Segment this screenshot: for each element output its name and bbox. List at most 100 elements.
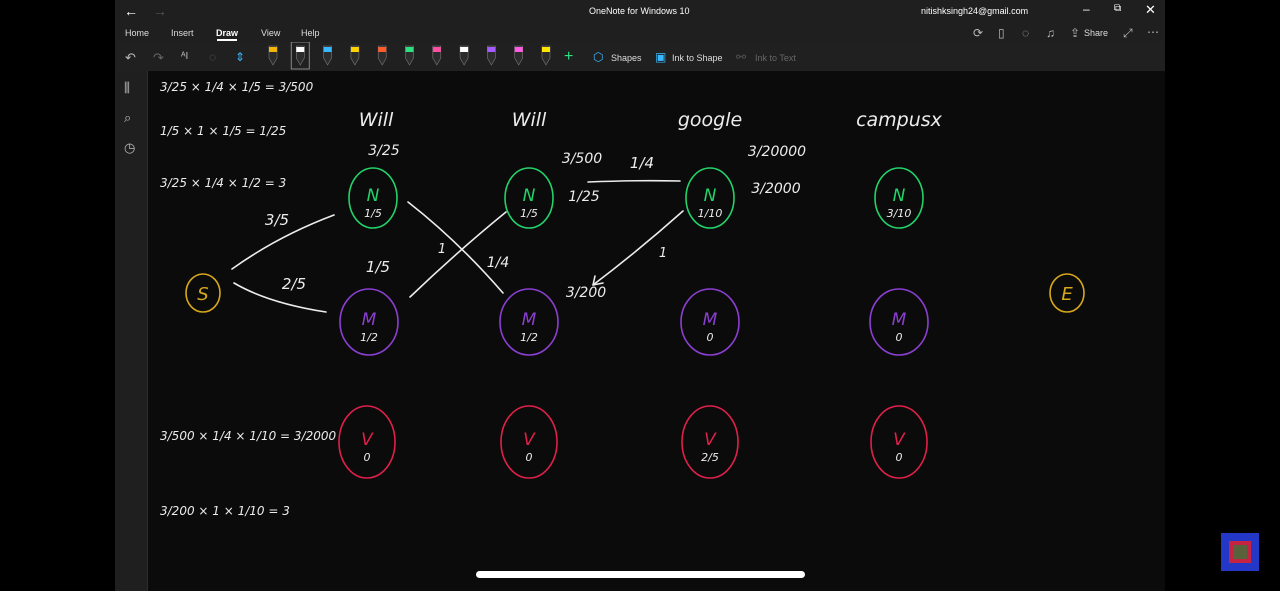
pen-6-icon[interactable] [405, 45, 414, 66]
score-m3: 3/200 [566, 285, 606, 301]
column-title-2: Will [512, 109, 547, 131]
tab-help[interactable]: Help [301, 28, 320, 38]
pen-11-icon[interactable] [541, 45, 551, 66]
shapes-button[interactable]: Shapes [611, 53, 642, 63]
m-node-3-value: 0 [707, 331, 714, 344]
edge-label-n2-quarter: 1/4 [630, 154, 654, 172]
edge-label-m3-one: 1 [659, 246, 667, 261]
recent-icon[interactable]: ◷ [124, 141, 135, 154]
edge-label-m-above: 1/5 [366, 258, 390, 276]
n-node-1-letter: N [367, 186, 380, 206]
tab-draw[interactable]: Draw [216, 28, 238, 38]
shapes-icon[interactable]: ⬡ [593, 51, 603, 63]
formula-4: 3/500 × 1/4 × 1/10 = 3/2000 [160, 429, 336, 443]
lightbulb-icon[interactable]: ◌ [1022, 27, 1029, 39]
v-node-4-letter: V [893, 430, 906, 450]
add-space-icon[interactable]: ⇕ [235, 51, 245, 63]
edge-label-s-to-n: 3/5 [265, 211, 289, 229]
onenote-window: ← → OneNote for Windows 10 nitishksingh2… [115, 0, 1165, 591]
formula-2: 1/5 × 1 × 1/5 = 1/25 [160, 124, 286, 138]
column-title-4: campusx [856, 109, 943, 131]
edge-label-n3-side: 3/2000 [751, 181, 800, 197]
ribbon-tabs: Home Insert Draw View Help ⟳ ▯ ◌ ♫ ⇪ Sha… [115, 22, 1165, 42]
title-bar: ← → OneNote for Windows 10 nitishksingh2… [115, 0, 1165, 22]
edge-label-cross-quarter: 1/4 [487, 255, 510, 271]
lasso-select-icon[interactable]: ᴬI [181, 52, 188, 62]
n-node-3-letter: N [704, 186, 717, 206]
v-node-2-value: 0 [526, 451, 533, 464]
score-n1: 3/25 [368, 143, 400, 159]
formula-1: 3/25 × 1/4 × 1/5 = 3/500 [160, 80, 314, 94]
pen-1-icon[interactable] [268, 45, 278, 66]
ink-to-shape-icon[interactable]: ▣ [655, 51, 666, 63]
lasso-icon[interactable]: ◌ [209, 51, 216, 63]
n-node-2-value: 1/5 [520, 207, 538, 220]
note-canvas[interactable]: Will Will google campusx N 1/5 N 1/5 N 1/10 N 3/10 M… [148, 71, 1165, 591]
restore-icon[interactable]: ⧉ [1114, 3, 1121, 14]
start-label: S [197, 284, 208, 305]
undo-icon[interactable]: ↶ [125, 51, 136, 64]
v-node-3-value: 2/5 [701, 451, 719, 464]
share-button[interactable]: Share [1084, 28, 1108, 38]
score-n3: 3/20000 [748, 144, 806, 160]
sync-icon[interactable]: ⟳ [973, 27, 983, 39]
n-node-2-letter: N [523, 186, 536, 206]
v-node-1-letter: V [361, 430, 374, 450]
home-indicator[interactable] [476, 571, 805, 578]
more-icon[interactable]: ⋯ [1147, 26, 1159, 38]
v-node-3-letter: V [704, 430, 717, 450]
m-node-3-letter: M [703, 310, 718, 330]
ink-to-shape-button[interactable]: Ink to Shape [672, 53, 723, 63]
ink-to-text-button[interactable]: Ink to Text [755, 53, 796, 63]
fullscreen-icon[interactable]: ⤢ [1123, 27, 1133, 39]
m-node-4-value: 0 [896, 331, 903, 344]
n-node-4-letter: N [893, 186, 906, 206]
pen-3-icon[interactable] [323, 45, 332, 66]
edge-label-n2-side: 1/25 [568, 189, 600, 205]
m-node-4-letter: M [892, 310, 907, 330]
m-node-1-value: 1/2 [360, 331, 378, 344]
active-tab-underline [217, 39, 237, 41]
add-pen-icon[interactable]: + [564, 49, 573, 65]
forward-icon[interactable]: → [153, 3, 167, 19]
pen-8-icon[interactable] [459, 45, 469, 66]
pen-10-icon[interactable] [514, 45, 523, 66]
navigation-sidebar: ⫼ ⌕ ◷ [115, 71, 148, 591]
column-title-1: Will [359, 109, 394, 131]
formula-3: 3/25 × 1/4 × 1/2 = 3 [160, 176, 286, 190]
minimize-icon[interactable]: – [1083, 2, 1090, 16]
end-label: E [1061, 284, 1073, 305]
pen-9-icon[interactable] [487, 45, 496, 66]
notebook-icon[interactable]: ▯ [998, 27, 1005, 39]
tab-home[interactable]: Home [125, 28, 149, 38]
share-icon[interactable]: ⇪ [1070, 27, 1080, 39]
m-node-2-letter: M [522, 310, 537, 330]
pen-7-icon[interactable] [432, 45, 442, 66]
back-icon[interactable]: ← [124, 3, 138, 19]
column-title-3: google [678, 109, 742, 131]
pen-5-icon[interactable] [377, 45, 387, 66]
bell-icon[interactable]: ♫ [1046, 27, 1055, 39]
tab-view[interactable]: View [261, 28, 280, 38]
redo-icon[interactable]: ↷ [153, 51, 164, 64]
pen-4-icon[interactable] [350, 45, 360, 66]
edge-label-s-to-m: 2/5 [282, 275, 306, 293]
n-node-3-value: 1/10 [698, 207, 723, 220]
window-title: OneNote for Windows 10 [589, 6, 690, 16]
formula-5: 3/200 × 1 × 1/10 = 3 [160, 504, 290, 518]
close-icon[interactable]: ✕ [1145, 2, 1156, 18]
n-node-1-value: 1/5 [364, 207, 382, 220]
search-icon[interactable]: ⌕ [124, 111, 131, 124]
ink-drawing: Will Will google campusxN1/5N1/5N1/10N3/10M… [160, 80, 1085, 518]
notebooks-icon[interactable]: ⫼ [124, 81, 130, 94]
account-name[interactable]: nitishksingh24@gmail.com [921, 6, 1028, 16]
edge-n1-to-m2 [407, 201, 504, 294]
tab-insert[interactable]: Insert [171, 28, 194, 38]
v-node-1-value: 0 [364, 451, 371, 464]
video-thumbnail[interactable] [1221, 533, 1259, 571]
ink-to-text-icon[interactable]: ⚯ [736, 51, 746, 63]
n-node-4-value: 3/10 [887, 207, 912, 220]
pen-2-icon[interactable] [290, 42, 310, 70]
m-node-2-value: 1/2 [520, 331, 538, 344]
edge-label-cross-one: 1 [438, 242, 446, 257]
